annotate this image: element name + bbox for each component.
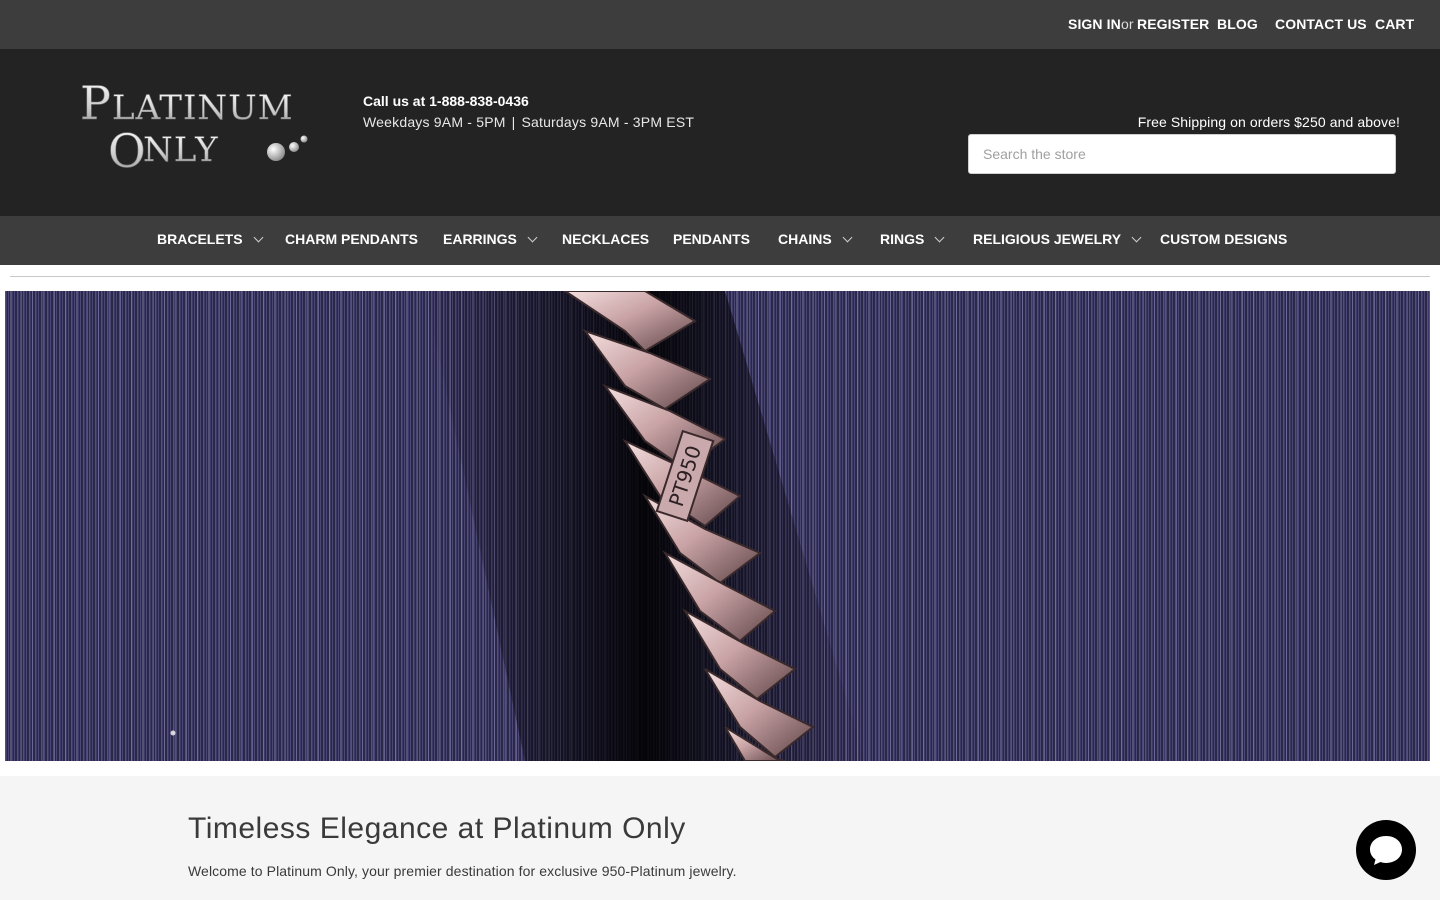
cart-link[interactable]: CART [1375,16,1414,32]
svg-text:NLY: NLY [143,130,219,170]
hero-section: PT950 [0,265,1440,776]
main-navigation: BRACELETS CHARM PENDANTS EARRINGS NECKLA… [0,216,1440,265]
nav-label: CUSTOM DESIGNS [1160,231,1288,247]
platinum-only-logo-icon: P LATINUM O NLY [80,76,308,178]
nav-label: CHARM PENDANTS [285,231,418,247]
platinum-chain-photo: PT950 [5,291,1430,761]
nav-label: NECKLACES [562,231,650,247]
nav-label: EARRINGS [443,231,517,247]
chat-bubble-icon [1370,836,1402,865]
chevron-down-icon [1131,232,1142,242]
chevron-down-icon [527,232,538,242]
nav-item-bracelets[interactable]: BRACELETS [157,231,264,247]
chevron-down-icon [842,232,853,242]
nav-item-chains[interactable]: CHAINS [778,231,853,247]
svg-text:P: P [80,76,111,130]
nav-item-pendants[interactable]: PENDANTS [673,231,750,247]
register-link[interactable]: REGISTER [1137,16,1209,32]
svg-text:LATINUM: LATINUM [112,88,294,128]
nav-item-charm-pendants[interactable]: CHARM PENDANTS [285,231,418,247]
top-utility-bar: SIGN IN or REGISTER BLOG CONTACT US CART [0,0,1440,49]
nav-item-earrings[interactable]: EARRINGS [443,231,538,247]
nav-label: RELIGIOUS JEWELRY [973,231,1122,247]
page-content: Timeless Elegance at Platinum Only Welco… [0,776,1440,900]
site-logo[interactable]: P LATINUM O NLY [78,75,333,178]
sign-in-link[interactable]: SIGN IN [1068,16,1121,32]
free-shipping-notice: Free Shipping on orders $250 and above! [1137,114,1400,130]
business-hours: Weekdays 9AM - 5PM | Saturdays 9AM - 3PM E… [363,114,694,130]
welcome-text: Welcome to Platinum Only, your premier d… [188,863,737,879]
nav-item-religious-jewelry[interactable]: RELIGIOUS JEWELRY [973,231,1142,247]
site-header: P LATINUM O NLY Call us at 1-888-838-043… [0,49,1440,216]
chevron-down-icon [253,232,264,242]
divider [10,276,1430,277]
chat-button[interactable] [1356,820,1416,880]
svg-text:O: O [108,124,146,175]
phone-number[interactable]: Call us at 1-888-838-0436 [363,93,529,109]
nav-item-rings[interactable]: RINGS [880,231,945,247]
nav-item-necklaces[interactable]: NECKLACES [562,231,649,247]
saturday-hours: Saturdays 9AM - 3PM EST [521,114,695,130]
nav-label: BRACELETS [157,231,243,247]
search-input[interactable] [968,134,1396,174]
page-title: Timeless Elegance at Platinum Only [188,812,686,845]
nav-label: CHAINS [778,231,832,247]
nav-label: RINGS [880,231,925,247]
nav-label: PENDANTS [673,231,751,247]
chevron-down-icon [934,232,945,242]
hours-separator: | [511,114,516,130]
or-separator: or [1121,16,1134,32]
hero-banner-image[interactable]: PT950 [5,291,1430,761]
weekday-hours: Weekdays 9AM - 5PM [363,114,506,130]
contact-us-link[interactable]: CONTACT US [1275,16,1367,32]
nav-item-custom-designs[interactable]: CUSTOM DESIGNS [1160,231,1287,247]
blog-link[interactable]: BLOG [1217,16,1258,32]
